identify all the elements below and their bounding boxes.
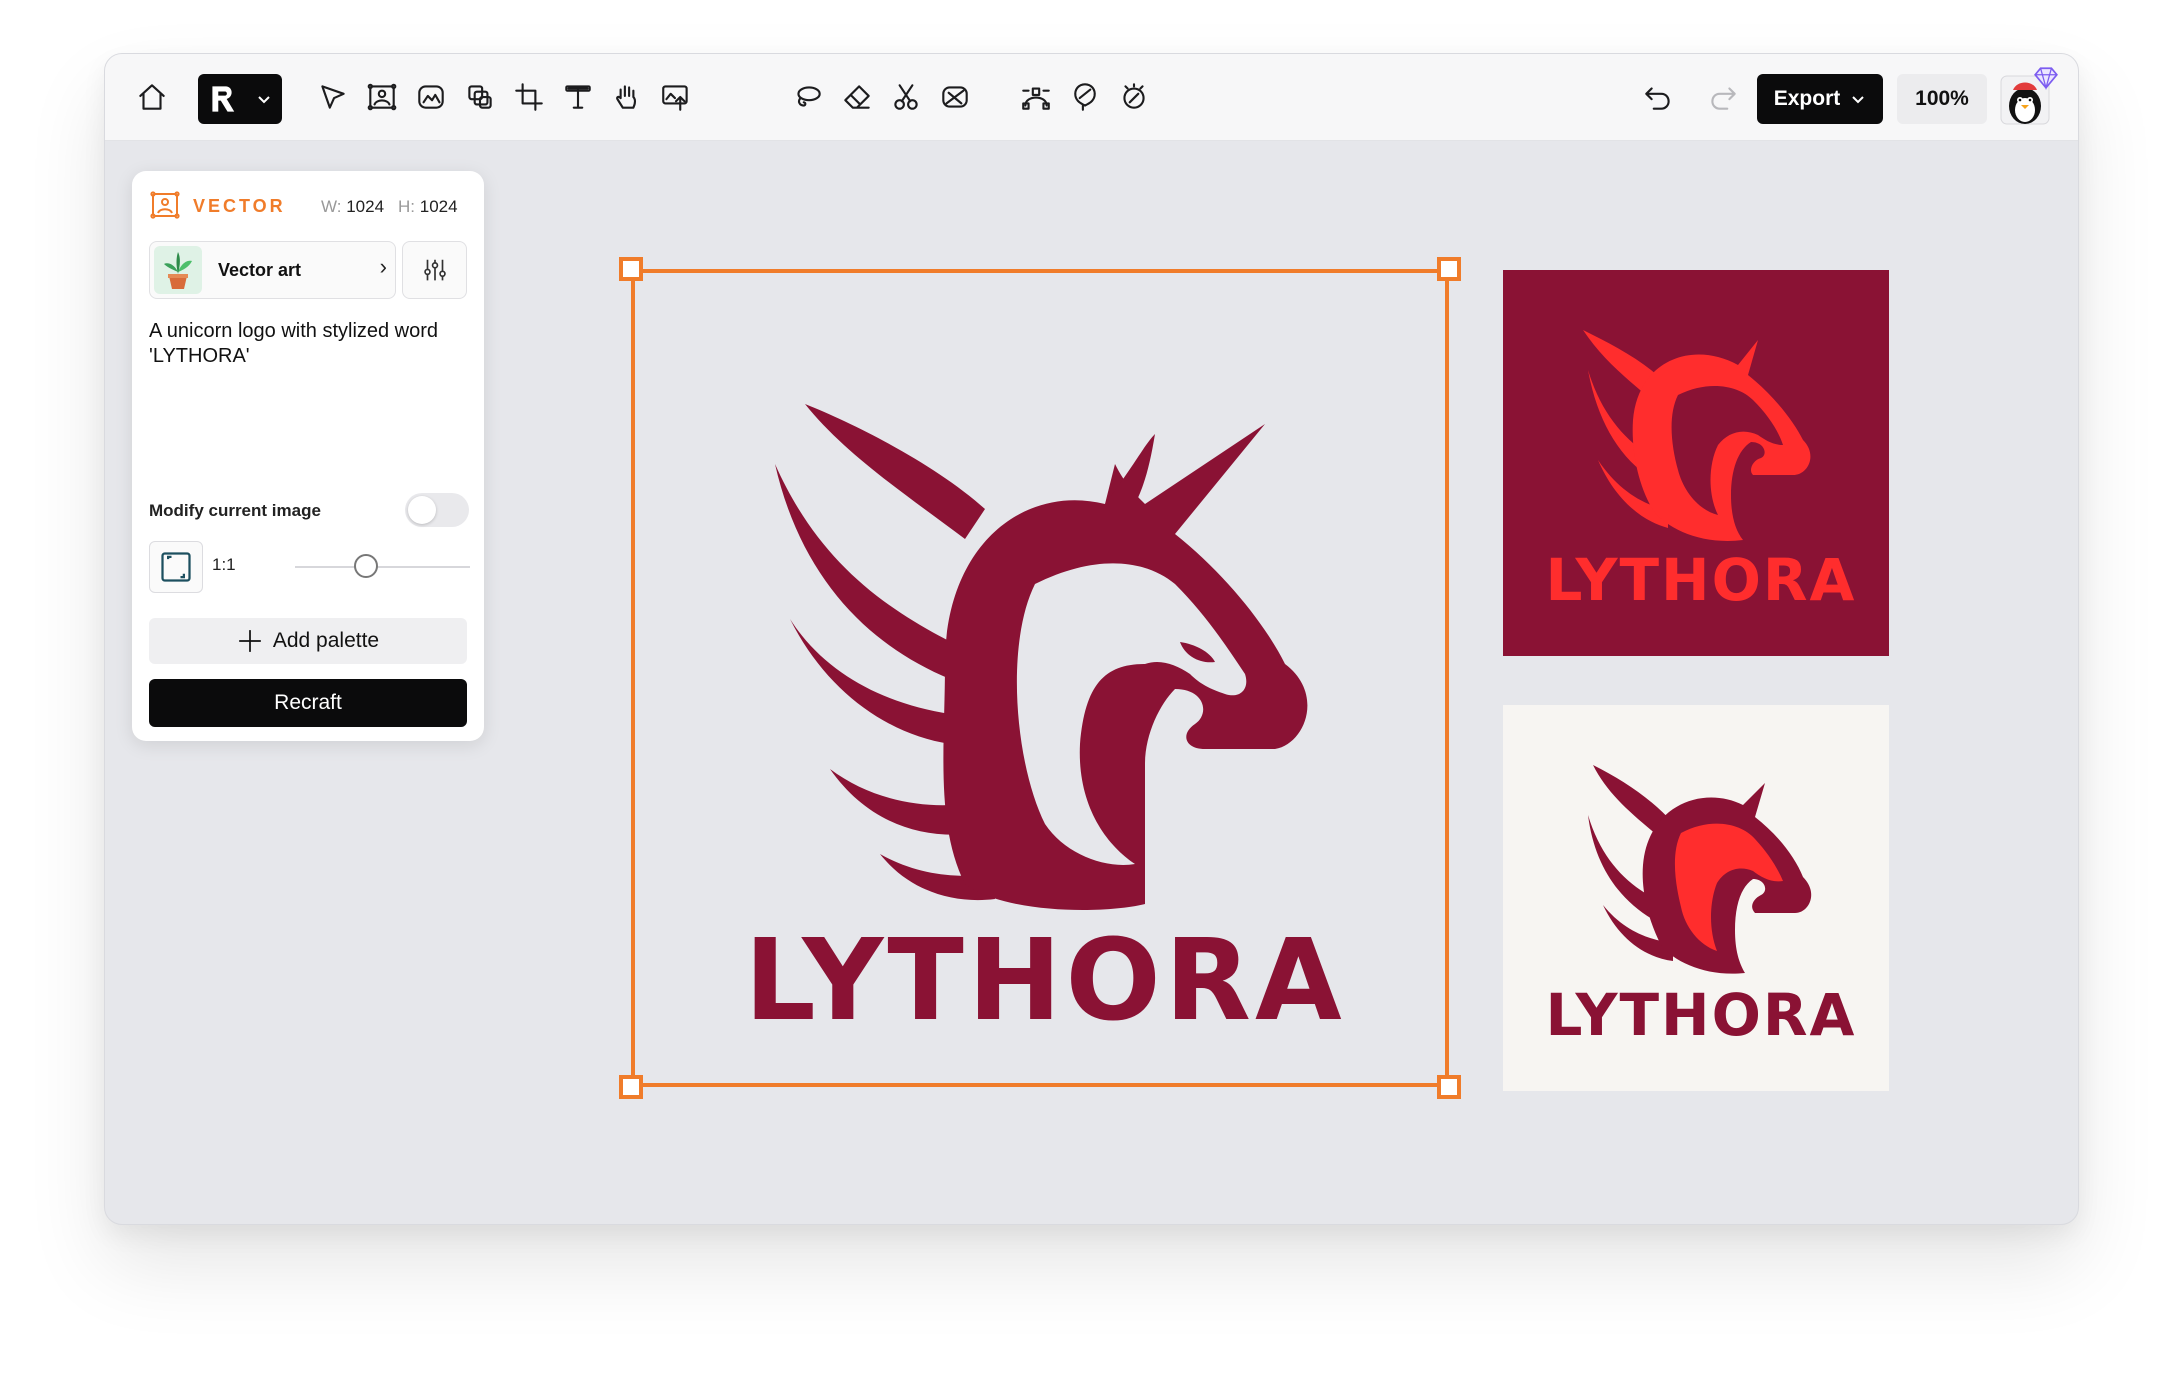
top-toolbar: Export 100% (105, 54, 2078, 141)
vectorize-icon[interactable] (1013, 74, 1059, 120)
undo-icon[interactable] (1635, 74, 1681, 120)
add-palette-button[interactable]: Add palette (149, 618, 467, 664)
diamond-badge-icon (2034, 67, 2058, 90)
recraft-button[interactable]: Recraft (149, 679, 467, 727)
style-label: Vector art (218, 260, 302, 280)
generation-panel: VECTOR W: 1024 H: 1024 Vector art › A un… (132, 171, 484, 741)
wing-shape (805, 404, 985, 539)
ratio-slider-thumb[interactable] (354, 554, 378, 578)
aspect-ratio-icon (161, 552, 191, 582)
text-icon[interactable] (555, 74, 601, 120)
style-thumbnail (154, 246, 202, 294)
upscale-icon[interactable] (653, 74, 699, 120)
pointer-icon[interactable] (310, 74, 356, 120)
user-avatar[interactable] (1999, 67, 2058, 126)
resize-handle-top-left[interactable] (619, 257, 643, 281)
unicorn-logo-main[interactable]: LYTHORA (705, 344, 1385, 1044)
chevron-down-icon (258, 96, 270, 104)
export-label: Export (1773, 87, 1841, 110)
scissors-icon[interactable] (883, 74, 929, 120)
lasso-icon[interactable] (785, 74, 831, 120)
sliders-icon (423, 259, 446, 281)
export-button[interactable]: Export (1757, 74, 1883, 124)
logo-wordmark: LYTHORA (744, 916, 1345, 1044)
aspect-ratio-button[interactable] (149, 541, 203, 593)
logo-variant-dark[interactable]: LYTHORA (1503, 270, 1889, 656)
settings-button[interactable] (402, 241, 467, 299)
height-value: 1024 (419, 197, 458, 216)
ratio-label: 1:1 (212, 555, 236, 574)
style-selector[interactable]: Vector art › (149, 241, 396, 299)
zoom-level[interactable]: 100% (1897, 74, 1987, 124)
logo-wordmark-dark: LYTHORA (1546, 546, 1857, 614)
image-icon[interactable] (408, 74, 454, 120)
plus-icon (239, 630, 261, 652)
redo-icon[interactable] (1700, 74, 1746, 120)
modify-toggle[interactable] (405, 493, 469, 527)
magic-icon[interactable] (1111, 74, 1157, 120)
frame-image-icon[interactable] (359, 74, 405, 120)
remove-bg-icon[interactable] (932, 74, 978, 120)
height-readout: H: 1024 (398, 197, 458, 217)
logo-wordmark-light: LYTHORA (1546, 981, 1857, 1049)
app-window: Export 100% VECTOR W: 1024 H: 1024 Vecto… (104, 53, 2079, 1225)
panel-header: VECTOR W: 1024 H: 1024 (149, 189, 469, 225)
hand-icon[interactable] (604, 74, 650, 120)
ratio-slider-track[interactable] (295, 566, 470, 568)
type-label: VECTOR (193, 196, 286, 216)
prompt-textarea[interactable]: A unicorn logo with stylized word 'LYTHO… (149, 319, 469, 369)
mockup-icon[interactable] (1062, 74, 1108, 120)
height-label: H: (398, 197, 415, 216)
layers-icon[interactable] (457, 74, 503, 120)
logo-variant-light[interactable]: LYTHORA (1503, 705, 1889, 1091)
width-readout: W: 1024 (321, 197, 384, 217)
vector-frame-icon (150, 191, 180, 219)
resize-handle-top-right[interactable] (1437, 257, 1461, 281)
modify-label: Modify current image (149, 501, 321, 520)
resize-handle-bottom-right[interactable] (1437, 1075, 1461, 1099)
brand-logo-icon (212, 86, 235, 112)
width-value: 1024 (346, 197, 385, 216)
brand-menu-button[interactable] (198, 74, 282, 124)
add-palette-label: Add palette (272, 629, 380, 652)
crop-icon[interactable] (506, 74, 552, 120)
eraser-icon[interactable] (834, 74, 880, 120)
home-icon[interactable] (129, 74, 175, 120)
chevron-down-icon (1852, 96, 1864, 104)
width-label: W: (321, 197, 342, 216)
resize-handle-bottom-left[interactable] (619, 1075, 643, 1099)
chevron-right-icon: › (379, 254, 387, 279)
